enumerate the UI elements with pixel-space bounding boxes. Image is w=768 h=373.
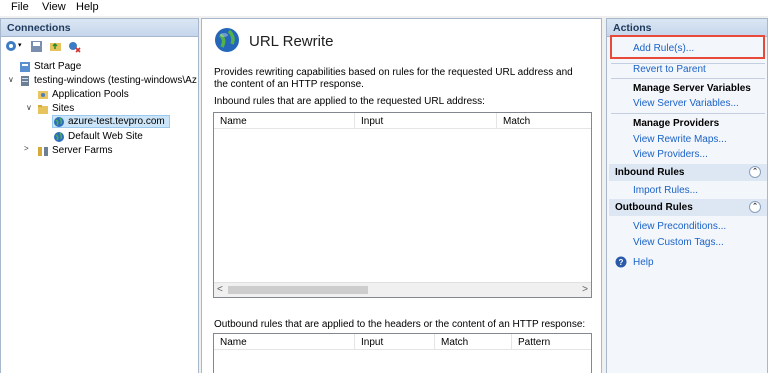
start-page-icon [20,61,30,72]
horizontal-scrollbar[interactable]: < > [214,282,591,297]
add-rules-highlight-box [610,35,765,59]
tree-label: Application Pools [52,89,129,100]
svg-text:?: ? [619,258,624,267]
menu-file[interactable]: File [11,1,29,13]
tree-item-default-site[interactable]: Default Web Site [53,130,143,143]
outbound-rules-group: Outbound Rules ⌃ [609,199,767,216]
menu-view[interactable]: View [42,1,66,13]
actions-panel: Actions Add Rule(s)... Revert to Parent … [606,18,768,373]
sites-folder-icon [38,104,48,114]
import-rules-link[interactable]: Import Rules... [633,185,698,196]
save-icon[interactable] [30,40,43,53]
server-farm-icon [38,146,48,156]
tree-item-server[interactable]: testing-windows (testing-windows\Az [19,74,197,87]
grid-header: Name Input Match [214,113,591,129]
column-header-match[interactable]: Match [503,116,530,127]
feature-description: Provides rewriting capabilities based on… [214,67,573,90]
inbound-rules-group: Inbound Rules ⌃ [609,164,767,181]
grid-header: Name Input Match Pattern [214,334,591,350]
app-pools-icon [38,90,48,99]
tree-label: azure-test.tevpro.com [68,116,165,127]
scrollbar-thumb[interactable] [228,286,368,294]
tree-item-sites[interactable]: Sites [37,102,74,115]
column-header-pattern[interactable]: Pattern [518,337,550,348]
folder-up-icon[interactable] [49,40,62,53]
view-preconditions-link[interactable]: View Preconditions... [633,221,726,232]
help-link[interactable]: Help [633,257,654,268]
tree-item-app-pools[interactable]: Application Pools [37,88,129,101]
column-header-input[interactable]: Input [361,116,383,127]
group-label: Inbound Rules [615,167,685,178]
column-header-input[interactable]: Input [361,337,383,348]
globe-icon [54,116,64,127]
inbound-rules-grid[interactable]: Name Input Match < > [213,112,592,298]
view-custom-tags-link[interactable]: View Custom Tags... [633,237,724,248]
group-label: Outbound Rules [615,202,693,213]
tree-label: Default Web Site [68,131,143,142]
connections-toolbar: ▾ [3,40,183,56]
disconnect-icon[interactable] [68,40,81,53]
tree-label: Start Page [34,61,82,72]
server-icon [21,75,29,86]
outbound-rules-label: Outbound rules that are applied to the h… [214,319,586,330]
help-icon: ? [615,256,627,268]
tree-label: Sites [52,103,75,114]
connections-header: Connections [1,19,198,37]
scroll-left-icon[interactable]: < [217,284,223,295]
expand-server-chevron-icon[interactable]: ∨ [8,75,14,84]
url-rewrite-globe-icon [215,28,239,52]
manage-server-variables-heading: Manage Server Variables [633,83,751,94]
menu-help[interactable]: Help [76,1,99,13]
view-providers-link[interactable]: View Providers... [633,149,708,160]
inbound-rules-label: Inbound rules that are applied to the re… [214,96,485,107]
expand-server-farms-chevron-icon[interactable]: > [24,144,29,153]
collapse-chevron-icon[interactable]: ⌃ [749,201,761,213]
tree-item-site-azure-test[interactable]: azure-test.tevpro.com [52,115,170,128]
tree-item-server-farms[interactable]: Server Farms [37,144,113,157]
view-server-variables-link[interactable]: View Server Variables... [633,98,739,109]
globe-icon [54,131,64,142]
tree-item-start-page[interactable]: Start Page [19,60,81,73]
scroll-right-icon[interactable]: > [582,284,588,295]
connections-panel: Connections ▾ Start Page ∨ testing-windo… [0,18,199,373]
outbound-rules-grid[interactable]: Name Input Match Pattern [213,333,592,373]
column-header-name[interactable]: Name [220,337,247,348]
manage-providers-heading: Manage Providers [633,118,720,129]
menu-bar: File View Help [0,0,768,16]
connect-icon[interactable] [5,40,18,53]
expand-sites-chevron-icon[interactable]: ∨ [26,103,32,112]
tree-label: testing-windows (testing-windows\Az [34,75,197,86]
revert-to-parent-link[interactable]: Revert to Parent [633,64,706,75]
view-rewrite-maps-link[interactable]: View Rewrite Maps... [633,134,727,145]
url-rewrite-panel: URL Rewrite Provides rewriting capabilit… [201,18,602,373]
column-header-match[interactable]: Match [441,337,468,348]
column-header-name[interactable]: Name [220,116,247,127]
tree-label: Server Farms [52,145,113,156]
page-title: URL Rewrite [249,33,334,50]
collapse-chevron-icon[interactable]: ⌃ [749,166,761,178]
dropdown-arrow-icon[interactable]: ▾ [18,41,22,49]
